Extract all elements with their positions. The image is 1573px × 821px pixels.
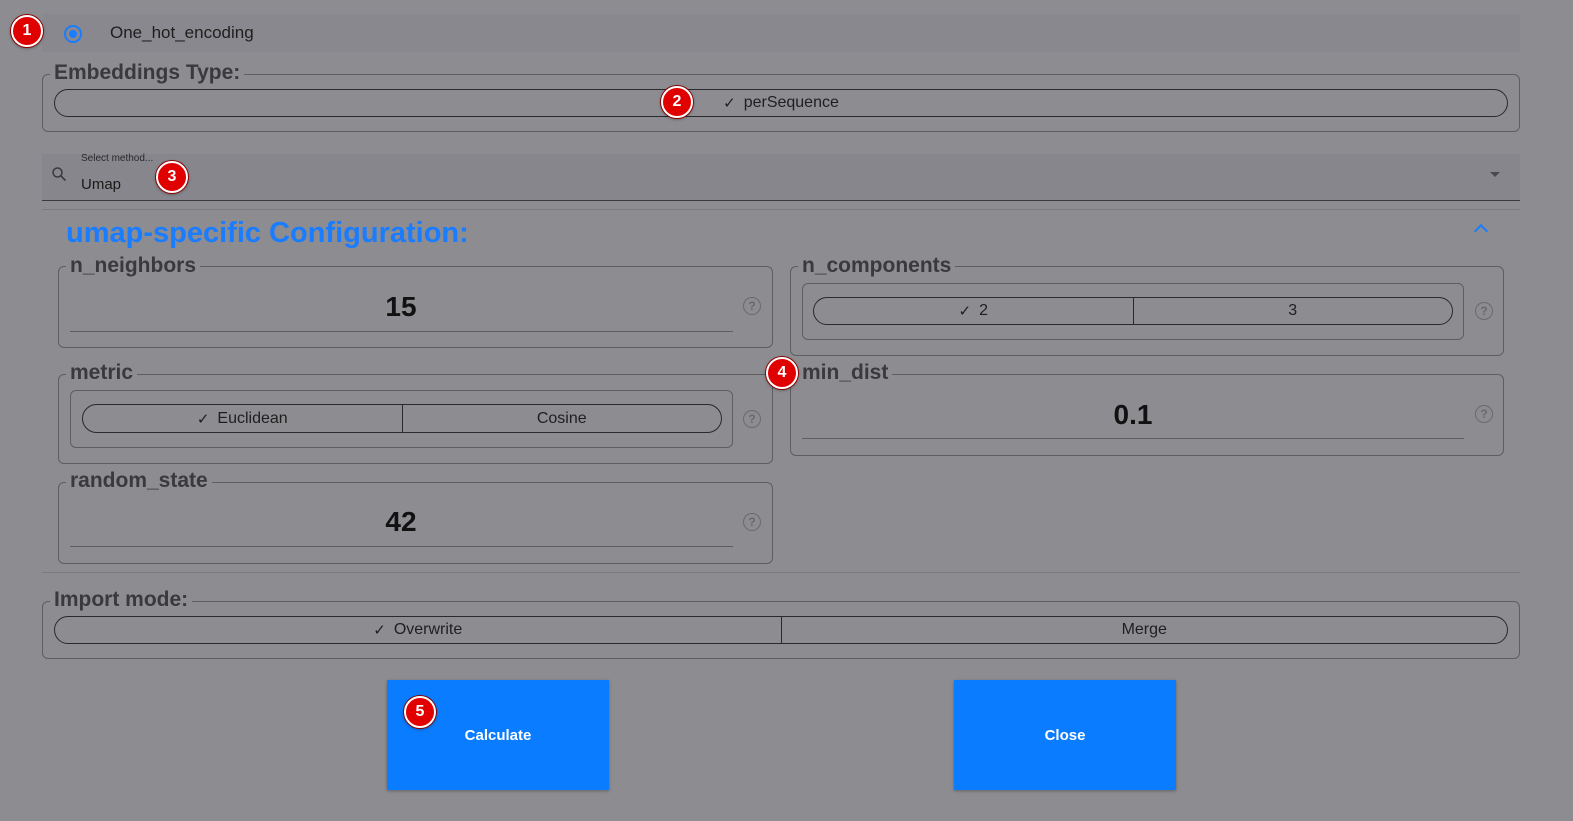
method-select[interactable] (42, 154, 1520, 201)
segment-n-components-3[interactable]: 3 (1134, 298, 1453, 324)
chevron-up-icon[interactable] (1473, 223, 1489, 239)
segment-euclidean[interactable]: ✓ Euclidean (83, 405, 403, 432)
n-components-segmented: ✓ 2 3 (813, 297, 1453, 325)
check-icon: ✓ (723, 95, 736, 112)
random-state-label: random_state (66, 470, 212, 492)
segment-label: Cosine (536, 409, 587, 427)
divider (42, 209, 1520, 210)
segment-label: Euclidean (217, 409, 288, 427)
metric-label: metric (66, 362, 138, 384)
metric-segmented: ✓ Euclidean Cosine (82, 404, 722, 433)
segment-label: perSequence (743, 94, 839, 111)
n-neighbors-value[interactable]: 15 (70, 291, 732, 323)
n-neighbors-underline (70, 331, 733, 332)
embedder-row[interactable] (42, 14, 1520, 52)
embedder-radio[interactable] (64, 25, 82, 43)
help-icon[interactable]: ? (743, 410, 761, 428)
segment-label: 2 (979, 302, 988, 319)
random-state-underline (70, 546, 733, 547)
divider (42, 572, 1520, 573)
segment-n-components-2[interactable]: ✓ 2 (814, 298, 1134, 324)
segment-label: Merge (1121, 621, 1167, 638)
close-button[interactable]: Close (954, 680, 1176, 790)
help-icon[interactable]: ? (1475, 405, 1493, 423)
config-title: umap-specific Configuration: (66, 217, 469, 249)
step-marker-2: 2 (661, 86, 693, 118)
check-icon: ✓ (373, 622, 386, 639)
n-components-label: n_components (798, 255, 956, 277)
search-icon (52, 167, 66, 181)
step-marker-3: 3 (156, 161, 188, 193)
dropdown-arrow-icon[interactable] (1490, 172, 1500, 177)
check-icon: ✓ (196, 410, 210, 428)
segment-overwrite[interactable]: ✓ Overwrite (55, 617, 782, 643)
embeddings-type-segmented: ✓ perSequence (54, 89, 1508, 117)
random-state-value[interactable]: 42 (70, 506, 732, 538)
min-dist-underline (802, 438, 1464, 439)
min-dist-value[interactable]: 0.1 (802, 399, 1464, 431)
step-marker-1: 1 (11, 15, 43, 47)
help-icon[interactable]: ? (743, 513, 761, 531)
segment-label: Overwrite (393, 621, 463, 638)
step-marker-4: 4 (766, 357, 798, 389)
step-marker-5: 5 (404, 696, 436, 728)
method-select-placeholder: Select method... (81, 153, 154, 164)
segment-label: 3 (1288, 302, 1298, 319)
check-icon: ✓ (958, 303, 972, 320)
help-icon[interactable]: ? (1475, 302, 1493, 320)
import-mode-legend: Import mode: (50, 589, 193, 611)
segment-persequence[interactable]: ✓ perSequence (55, 90, 1507, 116)
embeddings-type-legend: Embeddings Type: (50, 62, 245, 84)
method-select-value: Umap (81, 176, 122, 193)
help-icon[interactable]: ? (743, 297, 761, 315)
segment-merge[interactable]: Merge (782, 617, 1508, 643)
import-mode-segmented: ✓ Overwrite Merge (54, 616, 1508, 644)
embedder-label: One_hot_encoding (110, 23, 254, 42)
segment-cosine[interactable]: Cosine (403, 405, 722, 432)
min-dist-label: min_dist (798, 362, 893, 384)
n-neighbors-label: n_neighbors (66, 255, 201, 277)
